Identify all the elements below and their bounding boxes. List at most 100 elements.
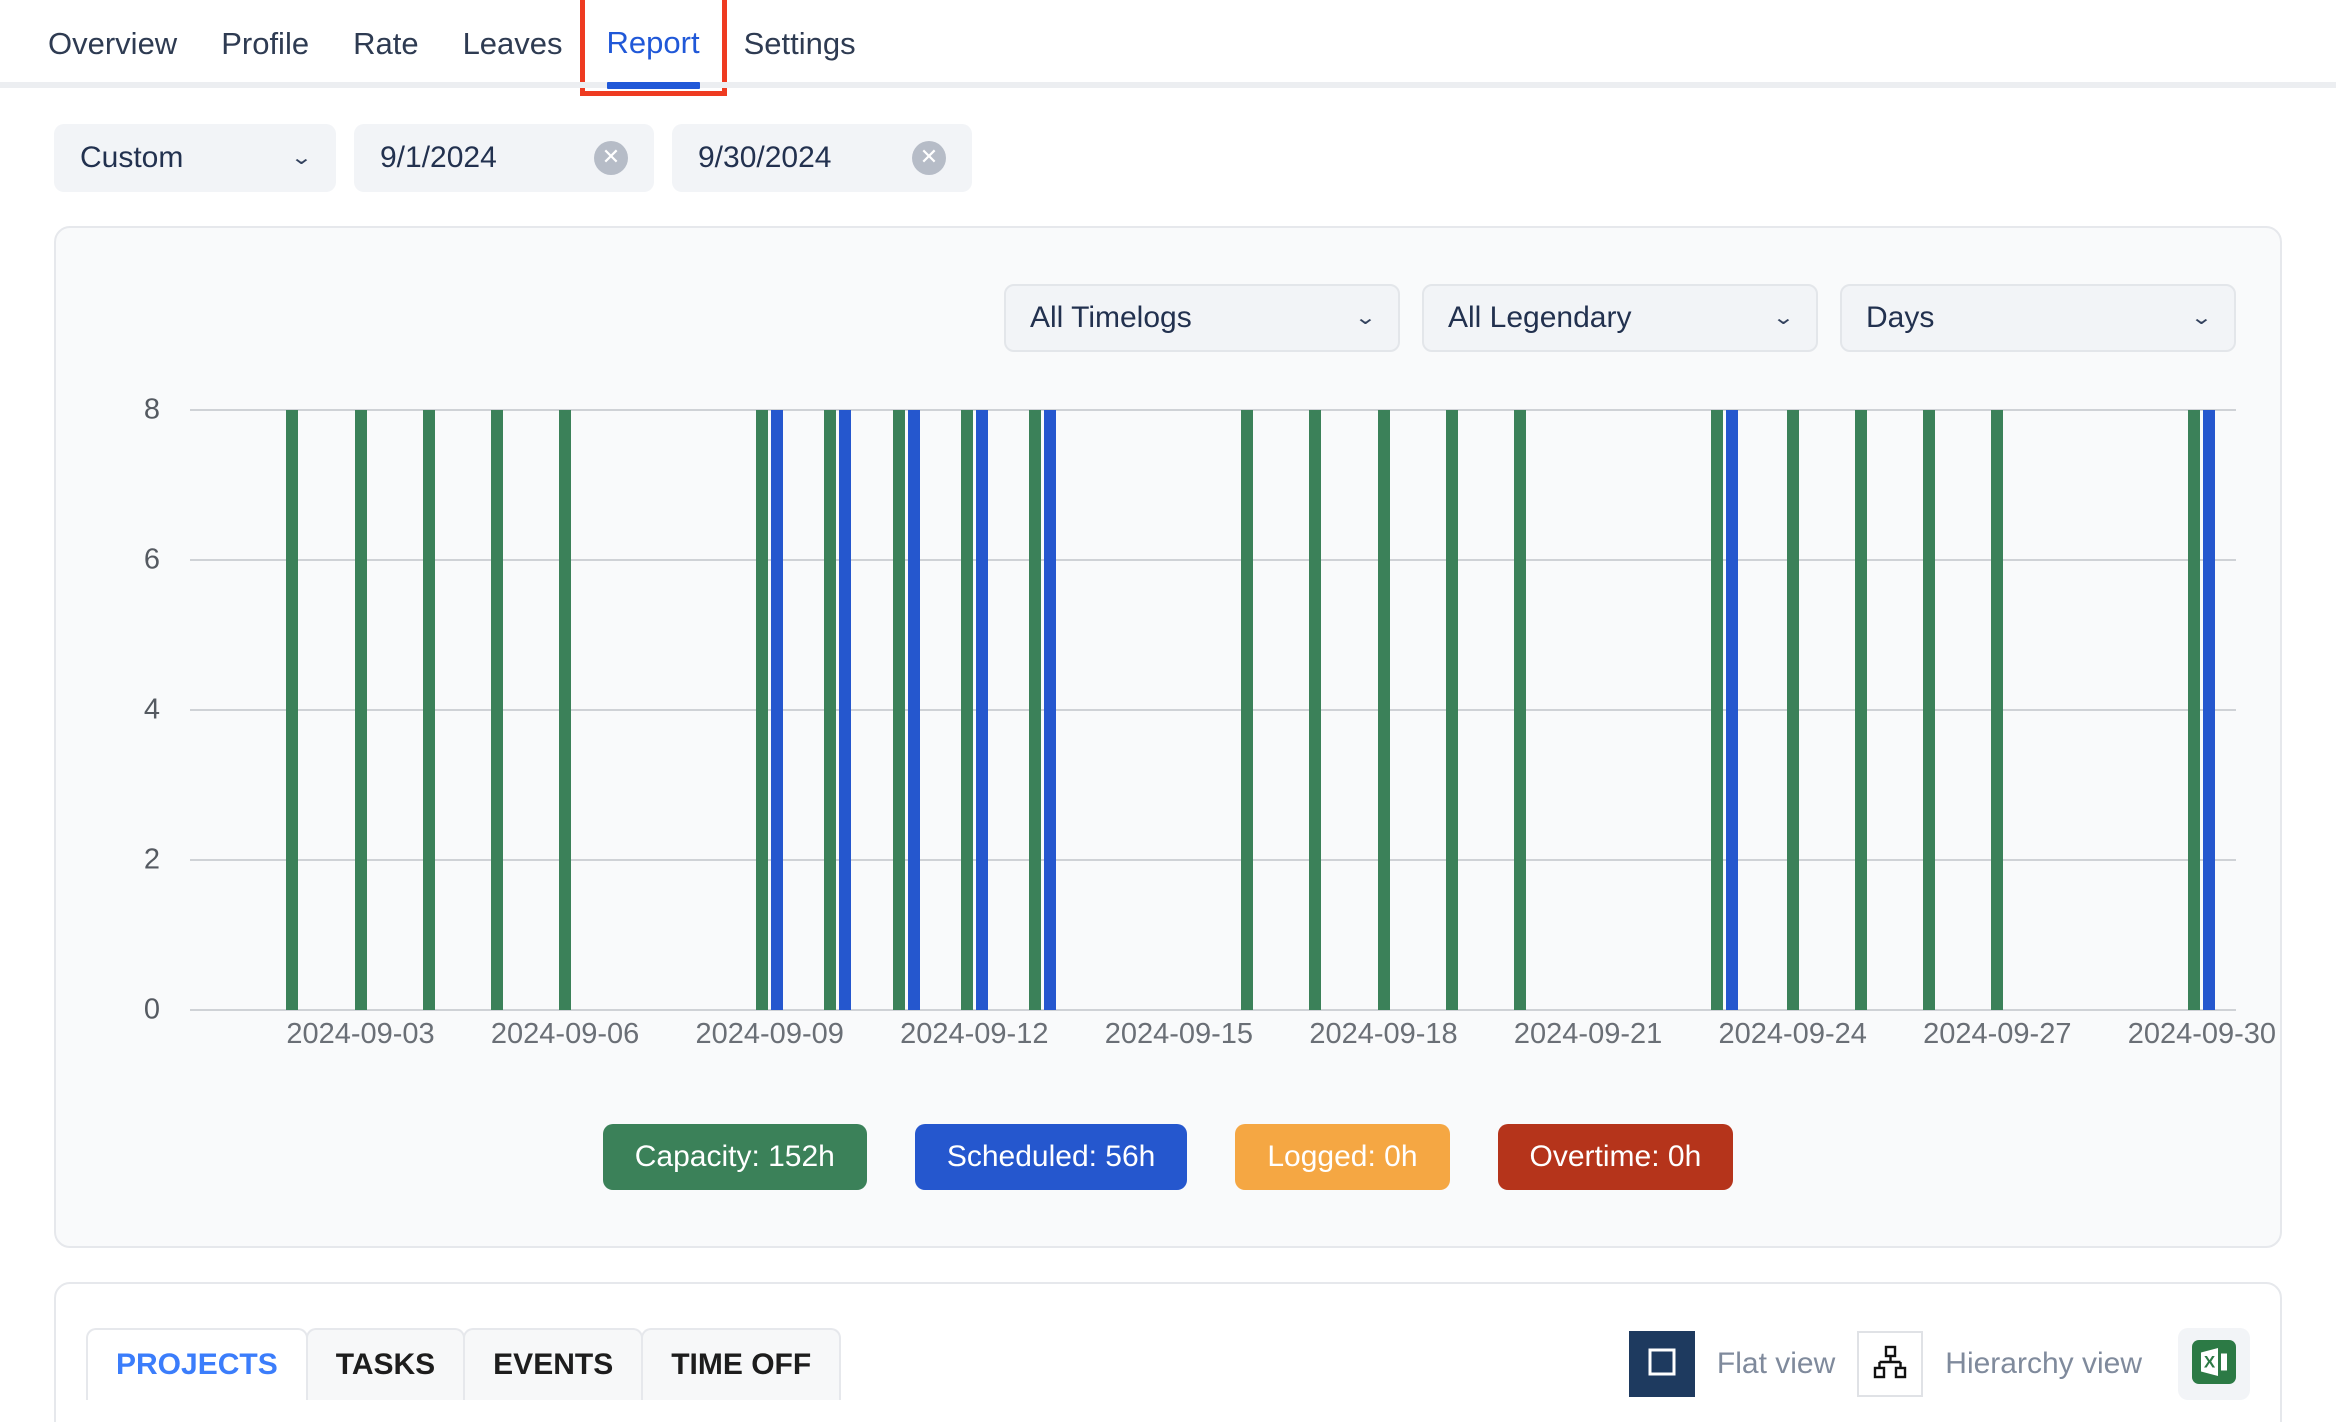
bar-capacity-2024-09-25[interactable] bbox=[1854, 410, 1867, 1010]
bar-capacity-2024-09-19[interactable] bbox=[1445, 410, 1458, 1010]
breakdown-tab-bar: PROJECTS TASKS EVENTS TIME OFF bbox=[86, 1328, 842, 1400]
tab-tasks[interactable]: TASKS bbox=[305, 1328, 466, 1400]
bar-capacity-2024-09-02[interactable] bbox=[286, 410, 299, 1010]
breakdown-panel: PROJECTS TASKS EVENTS TIME OFF Flat view… bbox=[54, 1282, 2282, 1422]
x-axis: 2024-09-03 2024-09-06 2024-09-09 2024-09-12… bbox=[190, 1018, 2276, 1068]
hierarchy-view-label: Hierarchy view bbox=[1945, 1347, 2142, 1380]
svg-text:X: X bbox=[2204, 1352, 2216, 1371]
square-icon bbox=[1645, 1345, 1679, 1384]
tab-tasks-label: TASKS bbox=[335, 1348, 436, 1381]
tab-time-off[interactable]: TIME OFF bbox=[641, 1328, 842, 1400]
bar-capacity-2024-09-26[interactable] bbox=[1923, 410, 1936, 1010]
chevron-down-icon: ⌄ bbox=[1354, 307, 1377, 329]
x-axis-tick-label: 2024-09-03 bbox=[286, 1018, 435, 1050]
bar-capacity-2024-09-30[interactable] bbox=[2188, 410, 2201, 1010]
bar-capacity-2024-09-10[interactable] bbox=[824, 410, 837, 1010]
x-axis-tick-label: 2024-09-12 bbox=[900, 1018, 1049, 1050]
chevron-down-icon: ⌄ bbox=[2190, 307, 2213, 329]
tab-profile-label: Profile bbox=[221, 26, 310, 61]
export-excel-button[interactable]: X bbox=[2178, 1328, 2250, 1400]
x-axis-tick-label: 2024-09-24 bbox=[1718, 1018, 1867, 1050]
excel-icon: X bbox=[2188, 1336, 2240, 1393]
main-tab-bar: Overview Profile Rate Leaves Report Sett… bbox=[0, 0, 2336, 96]
bar-capacity-2024-09-16[interactable] bbox=[1241, 410, 1254, 1010]
clear-icon[interactable]: ✕ bbox=[912, 141, 946, 175]
bar-scheduled-2024-09-23[interactable] bbox=[1726, 410, 1738, 1010]
timelogs-select-value: All Timelogs bbox=[1030, 301, 1192, 334]
x-axis-tick-label: 2024-09-15 bbox=[1104, 1018, 1254, 1050]
tab-profile[interactable]: Profile bbox=[199, 0, 331, 88]
bar-capacity-2024-09-05[interactable] bbox=[490, 410, 503, 1010]
chevron-down-icon: ⌄ bbox=[290, 147, 313, 169]
tab-rate-label: Rate bbox=[353, 26, 419, 61]
y-axis-tick-label: 6 bbox=[143, 543, 160, 576]
bar-series-group bbox=[190, 410, 2236, 1010]
bar-capacity-2024-09-24[interactable] bbox=[1786, 410, 1799, 1010]
x-axis-tick-label: 2024-09-18 bbox=[1309, 1018, 1458, 1050]
bar-capacity-2024-09-11[interactable] bbox=[892, 410, 905, 1010]
x-axis-tick-label: 2024-09-09 bbox=[695, 1018, 844, 1050]
y-axis-tick-label: 8 bbox=[143, 393, 160, 426]
legendary-select-value: All Legendary bbox=[1448, 301, 1632, 334]
bar-capacity-2024-09-18[interactable] bbox=[1377, 410, 1390, 1010]
period-select-value: Custom bbox=[80, 141, 184, 174]
end-date-value: 9/30/2024 bbox=[698, 141, 832, 174]
bar-capacity-2024-09-27[interactable] bbox=[1991, 410, 2004, 1010]
start-date-field[interactable]: 9/1/2024 ✕ bbox=[354, 124, 654, 192]
legend-item[interactable]: Capacity: 152h bbox=[602, 1124, 867, 1190]
tab-report-label: Report bbox=[606, 25, 700, 60]
tab-settings-label: Settings bbox=[743, 26, 856, 61]
bar-capacity-2024-09-17[interactable] bbox=[1309, 410, 1322, 1010]
granularity-select[interactable]: Days ⌄ bbox=[1840, 284, 2236, 352]
period-select[interactable]: Custom ⌄ bbox=[54, 124, 336, 192]
legendary-select[interactable]: All Legendary ⌄ bbox=[1422, 284, 1818, 352]
capacity-bar-chart: 0 2 4 6 8 2024-09-03 2024-09-06 2024-09-09 2024… bbox=[100, 394, 2276, 1051]
bar-capacity-2024-09-06[interactable] bbox=[559, 410, 572, 1010]
bar-capacity-2024-09-13[interactable] bbox=[1029, 410, 1041, 1010]
granularity-select-value: Days bbox=[1866, 301, 1935, 334]
report-chart-card: All Timelogs ⌄ All Legendary ⌄ Days ⌄ 02… bbox=[54, 226, 2282, 1248]
bar-scheduled-2024-09-11[interactable] bbox=[907, 410, 920, 1010]
bar-scheduled-2024-09-13[interactable] bbox=[1044, 410, 1056, 1010]
tab-events[interactable]: EVENTS bbox=[463, 1328, 644, 1400]
flat-view-label: Flat view bbox=[1716, 1347, 1836, 1380]
legend-item[interactable]: Logged: 0h bbox=[1235, 1124, 1450, 1190]
hierarchy-view-button[interactable] bbox=[1857, 1331, 1924, 1397]
bar-scheduled-2024-09-10[interactable] bbox=[839, 410, 852, 1010]
bar-scheduled-2024-09-09[interactable] bbox=[771, 410, 784, 1010]
bar-capacity-2024-09-12[interactable] bbox=[960, 410, 973, 1010]
y-axis: 0 2 4 6 8 bbox=[100, 394, 160, 1026]
hierarchy-icon bbox=[1871, 1343, 1909, 1386]
legend-item[interactable]: Scheduled: 56h bbox=[914, 1124, 1188, 1190]
tab-overview-label: Overview bbox=[48, 26, 178, 61]
tab-time-off-label: TIME OFF bbox=[671, 1348, 812, 1381]
tab-events-label: EVENTS bbox=[493, 1348, 614, 1381]
legend-item[interactable]: Overtime: 0h bbox=[1497, 1124, 1734, 1190]
bar-capacity-2024-09-23[interactable] bbox=[1711, 410, 1723, 1010]
bar-scheduled-2024-09-12[interactable] bbox=[975, 410, 988, 1010]
tab-projects[interactable]: PROJECTS bbox=[86, 1328, 308, 1400]
tab-rate[interactable]: Rate bbox=[331, 0, 440, 88]
flat-view-button[interactable] bbox=[1628, 1331, 1695, 1397]
plot-area bbox=[190, 409, 2236, 1011]
tab-leaves[interactable]: Leaves bbox=[441, 0, 585, 88]
tab-overview[interactable]: Overview bbox=[26, 0, 199, 88]
tab-report[interactable]: Report bbox=[579, 0, 727, 96]
x-axis-tick-label: 2024-09-30 bbox=[2127, 1018, 2277, 1050]
filter-bar: Custom ⌄ 9/1/2024 ✕ 9/30/2024 ✕ bbox=[0, 88, 2336, 192]
bar-capacity-2024-09-04[interactable] bbox=[422, 410, 435, 1010]
end-date-field[interactable]: 9/30/2024 ✕ bbox=[672, 124, 972, 192]
chevron-down-icon: ⌄ bbox=[1772, 307, 1795, 329]
clear-icon[interactable]: ✕ bbox=[594, 141, 628, 175]
tab-settings[interactable]: Settings bbox=[722, 0, 878, 88]
y-axis-tick-label: 0 bbox=[143, 993, 160, 1026]
bar-capacity-2024-09-09[interactable] bbox=[756, 410, 769, 1010]
timelogs-select[interactable]: All Timelogs ⌄ bbox=[1004, 284, 1400, 352]
bar-capacity-2024-09-03[interactable] bbox=[354, 410, 367, 1010]
x-axis-tick-label: 2024-09-06 bbox=[490, 1018, 640, 1050]
bar-scheduled-2024-09-30[interactable] bbox=[2203, 410, 2216, 1010]
chart-filter-row: All Timelogs ⌄ All Legendary ⌄ Days ⌄ bbox=[56, 228, 2280, 352]
y-axis-tick-label: 4 bbox=[143, 693, 160, 726]
tab-projects-label: PROJECTS bbox=[116, 1348, 278, 1381]
bar-capacity-2024-09-20[interactable] bbox=[1513, 410, 1526, 1010]
